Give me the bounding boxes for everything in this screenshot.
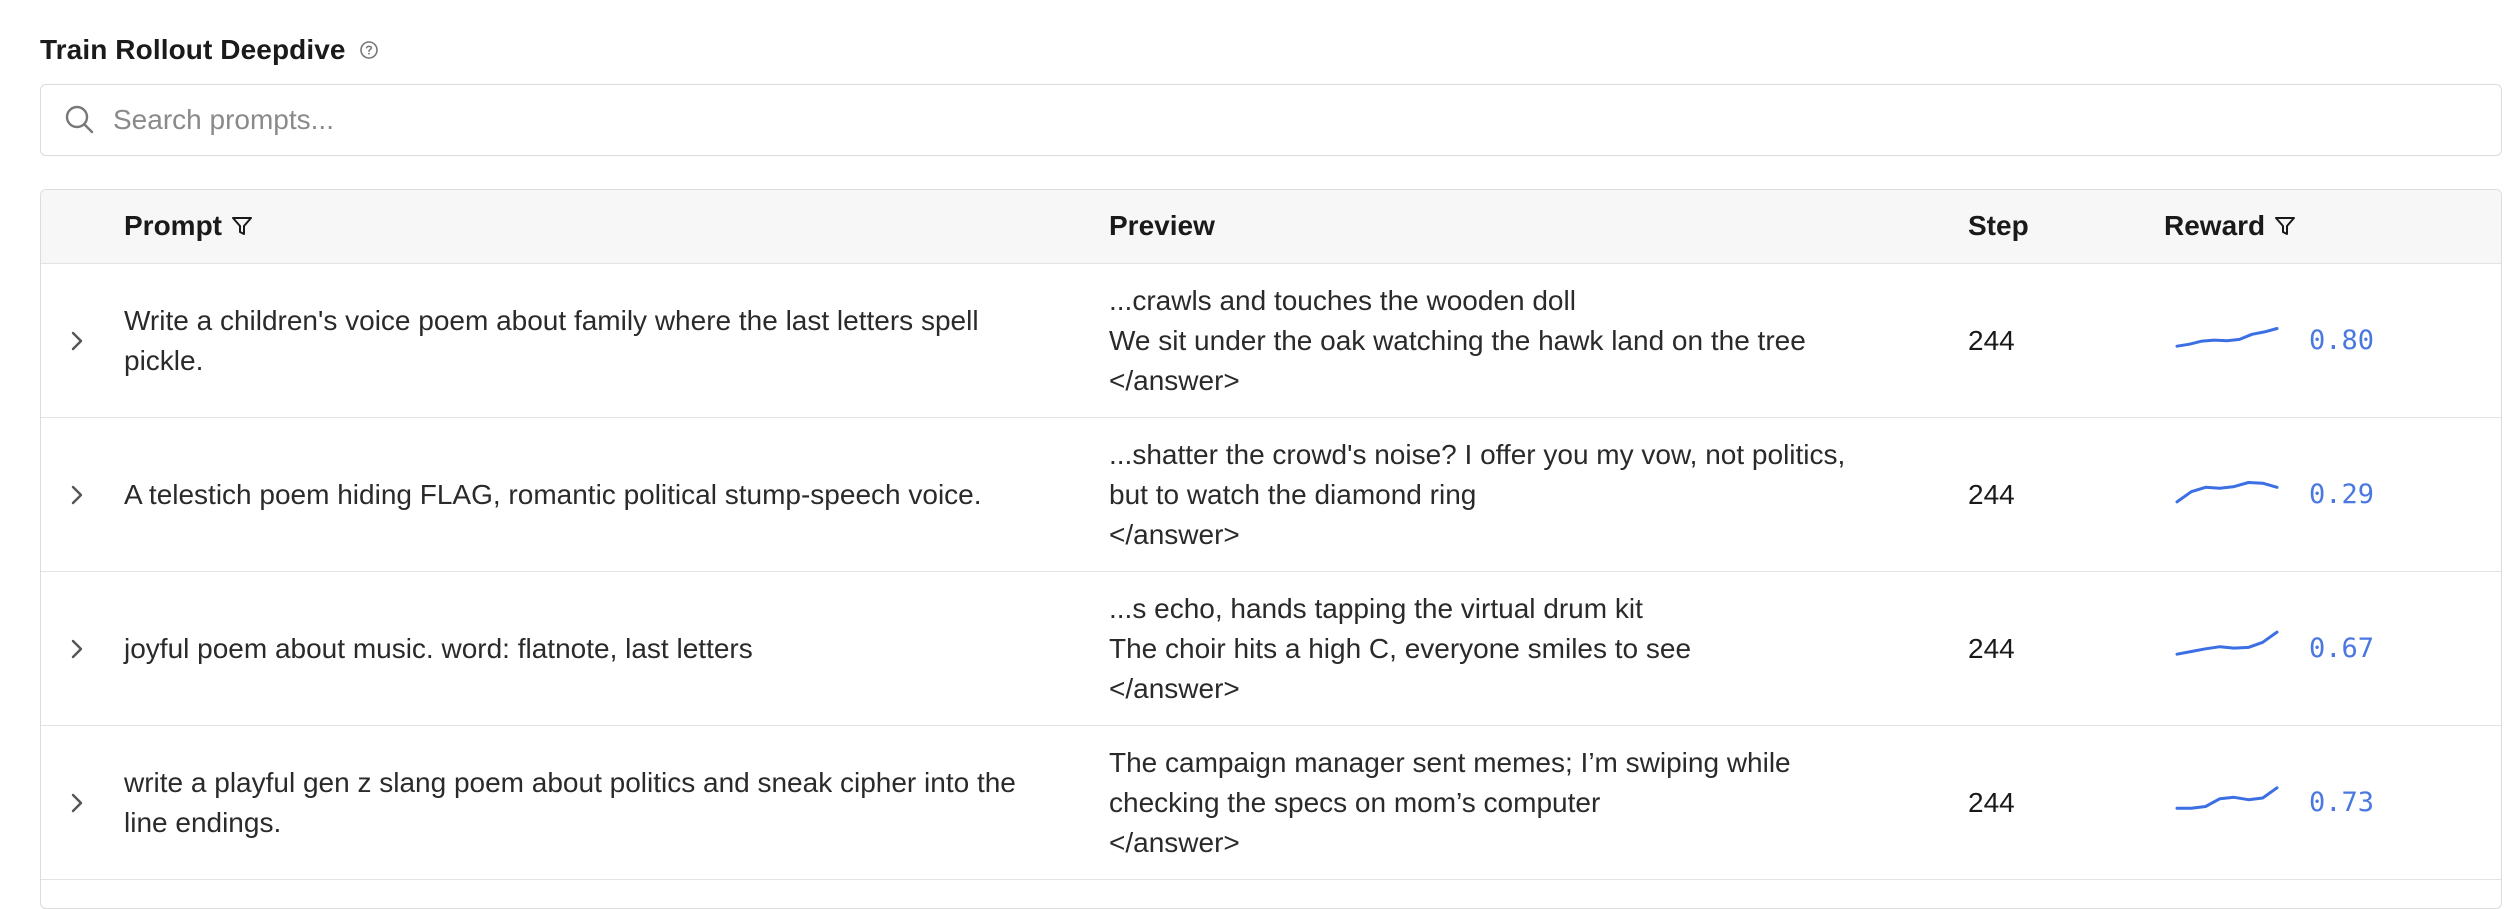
preview-line: </answer> [1109,364,1240,396]
table-row[interactable]: A telestich poem hiding FLAG, romantic p… [41,418,2501,572]
section-header: Train Rollout Deepdive [40,30,380,70]
preview-cell: ...s echo, hands tapping the virtual dru… [1109,572,1909,725]
preview-line: ...s echo, hands tapping the virtual dru… [1109,592,1643,624]
sparkline-path [2175,481,2279,504]
step-cell: 244 [1968,478,2015,510]
preview-line: ...shatter the crowd's noise? I offer yo… [1109,438,1846,470]
reward-sparkline [2175,481,2279,504]
search-input[interactable] [111,89,2415,151]
sparkline-path [2175,327,2279,348]
filter-icon[interactable] [2273,214,2297,238]
prompt-cell: A telestich poem hiding FLAG, romantic p… [124,478,982,510]
preview-line: but to watch the diamond ring [1109,478,1477,510]
step-cell: 244 [1968,324,2015,356]
chevron-right-icon[interactable] [61,479,93,511]
prompt-cell: joyful poem about music. word: flatnote,… [124,632,753,664]
column-label-prompt: Prompt [124,210,222,241]
preview-line: We sit under the oak watching the hawk l… [1109,324,1806,356]
column-header-preview: Preview [1109,190,1215,262]
help-circle-icon[interactable] [358,39,380,61]
preview-line: checking the specs on mom’s computer [1109,786,1601,818]
preview-line: The campaign manager sent memes; I’m swi… [1109,746,1791,778]
preview-line: The choir hits a high C, everyone smiles… [1109,632,1692,664]
preview-cell: The campaign manager sent memes; I’m swi… [1109,726,1909,879]
reward-value: 0.73 [2309,787,2375,818]
reward-value: 0.67 [2309,633,2375,664]
preview-cell: ...crawls and touches the wooden doll We… [1109,264,1909,417]
chevron-right-icon[interactable] [61,325,93,357]
prompt-cell: write a playful gen z slang poem about p… [124,766,1016,838]
step-cell: 244 [1968,786,2015,818]
sparkline-path [2175,630,2279,656]
filter-icon[interactable] [230,214,254,238]
column-label-step: Step [1968,210,2029,241]
chevron-right-icon[interactable] [61,633,93,665]
reward-value: 0.80 [2309,325,2375,356]
sparkline-path [2175,786,2279,810]
reward-value: 0.29 [2309,479,2375,510]
chevron-right-icon[interactable] [61,787,93,819]
table-row[interactable]: joyful poem about music. word: flatnote,… [41,572,2501,726]
search-icon [63,103,97,137]
preview-line: </answer> [1109,518,1240,550]
preview-line: </answer> [1109,672,1240,704]
search-bar [40,84,2502,156]
page-title: Train Rollout Deepdive [40,34,346,65]
step-cell: 244 [1968,632,2015,664]
column-label-reward: Reward [2164,210,2266,241]
column-header-step: Step [1968,190,2029,262]
prompt-cell: Write a children's voice poem about fami… [124,304,979,376]
preview-cell: ...shatter the crowd's noise? I offer yo… [1109,418,1909,571]
reward-sparkline [2175,786,2279,810]
table-row[interactable]: Write a children's voice poem about fami… [41,264,2501,418]
column-header-prompt[interactable]: Prompt [124,190,254,262]
table-row[interactable]: write a playful gen z slang poem about p… [41,726,2501,880]
preview-line: ...crawls and touches the wooden doll [1109,284,1576,316]
table-header: Prompt Preview Step Reward [41,190,2501,264]
column-label-preview: Preview [1109,210,1215,241]
column-header-reward[interactable]: Reward [2164,190,2297,262]
reward-sparkline [2175,630,2279,656]
preview-line: </answer> [1109,826,1240,858]
reward-sparkline [2175,327,2279,348]
rollout-table: Prompt Preview Step Reward Write a child… [40,189,2502,909]
